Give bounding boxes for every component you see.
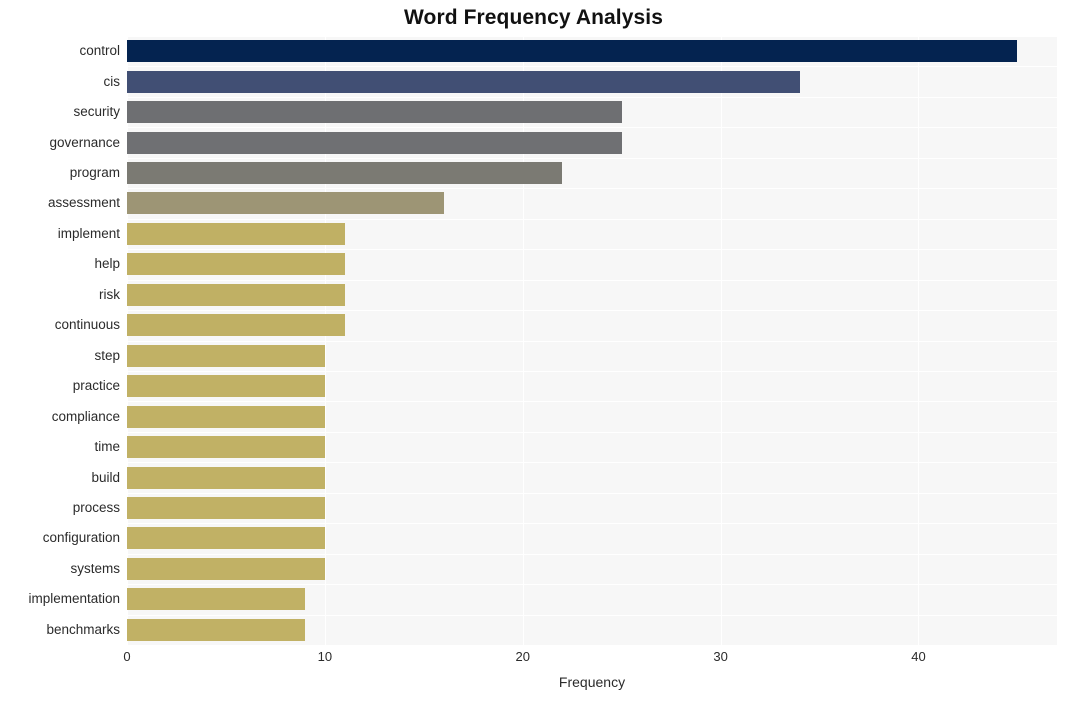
bar[interactable] xyxy=(127,618,306,641)
horizontal-gridline xyxy=(127,432,1057,433)
horizontal-gridline xyxy=(127,158,1057,159)
y-axis-tick-label: help xyxy=(94,256,120,272)
bar[interactable] xyxy=(127,131,622,154)
bar[interactable] xyxy=(127,527,325,550)
bar[interactable] xyxy=(127,344,325,367)
y-axis-tick-label: risk xyxy=(99,286,120,302)
horizontal-gridline xyxy=(127,310,1057,311)
bar[interactable] xyxy=(127,405,325,428)
y-axis-tick-label: control xyxy=(79,43,120,59)
bar[interactable] xyxy=(127,557,325,580)
x-axis-tick-label: 40 xyxy=(911,649,926,664)
horizontal-gridline xyxy=(127,523,1057,524)
horizontal-gridline xyxy=(127,401,1057,402)
y-axis-tick-label: practice xyxy=(72,378,120,394)
horizontal-gridline xyxy=(127,97,1057,98)
y-axis-tick-labels: control cis security governance program asses… xyxy=(0,36,120,645)
y-axis-tick-label: implement xyxy=(57,225,120,241)
horizontal-gridline xyxy=(127,371,1057,372)
x-axis-tick-label: 10 xyxy=(317,649,333,664)
y-axis-tick-label: implementation xyxy=(28,591,120,607)
horizontal-gridline xyxy=(127,127,1057,128)
horizontal-gridline xyxy=(127,554,1057,555)
bar[interactable] xyxy=(127,588,306,611)
horizontal-gridline xyxy=(127,584,1057,585)
y-axis-tick-label: systems xyxy=(70,560,120,576)
bar[interactable] xyxy=(127,253,345,276)
bar[interactable] xyxy=(127,70,800,93)
horizontal-gridline xyxy=(127,462,1057,463)
y-axis-tick-label: program xyxy=(69,165,120,181)
y-axis-tick-label: benchmarks xyxy=(46,621,120,637)
bar[interactable] xyxy=(127,101,622,124)
bar[interactable] xyxy=(127,222,345,245)
word-frequency-chart-figure: Word Frequency Analysis control cis securi… xyxy=(0,0,1067,701)
x-axis-label: Frequency xyxy=(558,674,626,690)
horizontal-gridline xyxy=(127,615,1057,616)
bar[interactable] xyxy=(127,436,325,459)
y-axis-tick-label: build xyxy=(91,469,120,485)
y-axis-tick-label: governance xyxy=(49,134,120,150)
horizontal-gridline xyxy=(127,66,1057,67)
x-axis-tick-label: 20 xyxy=(515,649,530,664)
y-axis-tick-label: cis xyxy=(103,73,121,89)
y-axis-tick-label: security xyxy=(73,104,120,120)
bar[interactable] xyxy=(127,496,325,519)
horizontal-gridline xyxy=(127,341,1057,342)
horizontal-gridline xyxy=(127,219,1057,220)
bar[interactable] xyxy=(127,466,325,489)
y-axis-tick-label: continuous xyxy=(54,317,120,333)
horizontal-gridline xyxy=(127,280,1057,281)
bar[interactable] xyxy=(127,192,444,215)
horizontal-gridline xyxy=(127,188,1057,189)
y-axis-tick-label: step xyxy=(94,347,120,363)
x-axis-tick-label: 0 xyxy=(123,649,131,664)
x-axis-tick-label: 30 xyxy=(713,649,728,664)
y-axis-tick-label: process xyxy=(72,499,120,515)
horizontal-gridline xyxy=(127,493,1057,494)
y-axis-tick-label: time xyxy=(94,439,120,455)
bar[interactable] xyxy=(127,162,563,185)
y-axis-tick-label: compliance xyxy=(51,408,120,424)
bar[interactable] xyxy=(127,283,345,306)
bar[interactable] xyxy=(127,40,1018,63)
horizontal-gridline xyxy=(127,36,1057,37)
bar[interactable] xyxy=(127,314,345,337)
y-axis-tick-label: configuration xyxy=(42,530,120,546)
horizontal-gridline xyxy=(127,249,1057,250)
bar[interactable] xyxy=(127,375,325,398)
plot-area xyxy=(127,36,1057,645)
chart-title: Word Frequency Analysis xyxy=(403,6,664,29)
y-axis-tick-label: assessment xyxy=(47,195,120,211)
